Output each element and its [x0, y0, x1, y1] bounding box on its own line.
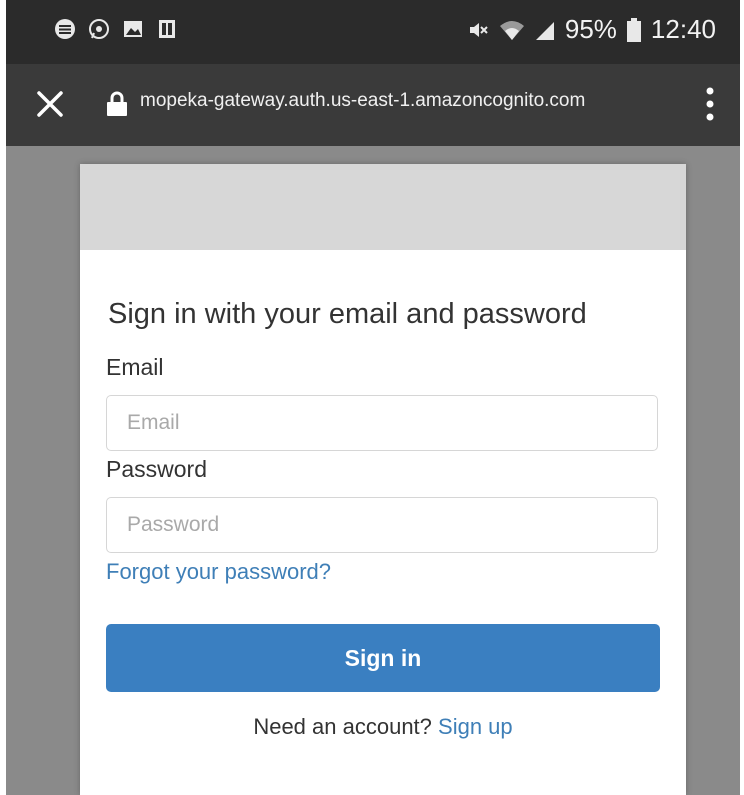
notification-icons	[54, 18, 178, 40]
need-account-text: Need an account?	[253, 714, 432, 739]
signal-icon	[55, 19, 75, 39]
status-bar: 95% 12:40	[6, 0, 740, 64]
battery-level: 95%	[564, 14, 617, 44]
forgot-password-link[interactable]: Forgot your password?	[106, 559, 331, 585]
clock: 12:40	[650, 14, 716, 44]
whatsapp-icon	[89, 19, 109, 39]
signup-row: Need an account? Sign up	[80, 714, 686, 740]
email-field[interactable]	[106, 395, 658, 451]
signin-heading: Sign in with your email and password	[108, 298, 587, 330]
more-options-icon[interactable]	[698, 82, 722, 126]
cell-signal-icon	[535, 21, 554, 40]
system-status: 95% 12:40	[467, 14, 716, 45]
screen: 95% 12:40 mopeka-gateway.auth.us-east-1.…	[6, 0, 740, 795]
signin-card: Sign in with your email and password Ema…	[80, 164, 686, 795]
battery-icon	[626, 17, 641, 42]
browser-toolbar: mopeka-gateway.auth.us-east-1.amazoncogn…	[6, 64, 740, 146]
password-label: Password	[106, 456, 207, 482]
close-icon[interactable]	[32, 86, 68, 122]
wifi-icon	[499, 20, 524, 40]
mute-icon	[469, 22, 488, 37]
card-banner	[80, 164, 686, 250]
image-icon	[124, 21, 142, 37]
url-text[interactable]: mopeka-gateway.auth.us-east-1.amazoncogn…	[140, 90, 585, 112]
lock-icon	[107, 91, 127, 116]
sign-up-link[interactable]: Sign up	[438, 714, 513, 739]
notification-icon	[159, 20, 175, 38]
sign-in-button[interactable]: Sign in	[106, 624, 660, 692]
password-field[interactable]	[106, 497, 658, 553]
email-label: Email	[106, 354, 164, 380]
